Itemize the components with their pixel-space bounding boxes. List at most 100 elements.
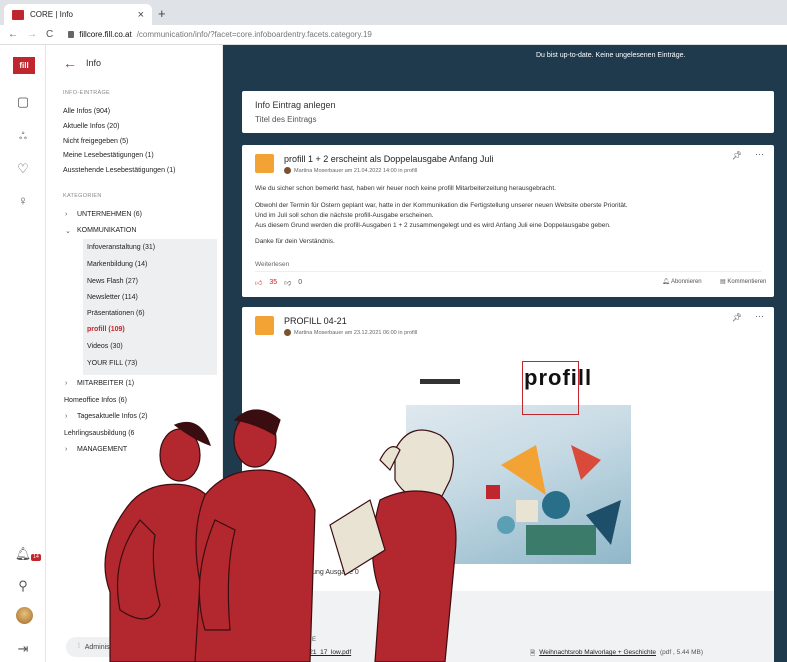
section-info-heading: INFO-EINTRÄGE bbox=[63, 90, 110, 96]
sidebar: ← Info INFO-EINTRÄGE Alle Infos (904) Ak… bbox=[46, 45, 223, 662]
category-management[interactable]: › MANAGEMENT bbox=[65, 446, 127, 453]
magazine-artwork bbox=[406, 405, 631, 564]
post-card-1: profill 1 + 2 erscheint als Doppelausgab… bbox=[242, 145, 774, 297]
read-more-link[interactable]: Weiterlesen bbox=[255, 261, 289, 268]
post-paragraph: Wie du sicher schon bemerkt hast, haben … bbox=[255, 185, 556, 192]
magazine-highlight-frame bbox=[522, 361, 579, 415]
sub-videos[interactable]: Videos (30) bbox=[87, 343, 123, 350]
pin-icon[interactable]: 📌︎ bbox=[732, 313, 742, 322]
tab-bar: CORE | Info × + bbox=[0, 0, 787, 25]
bell-icon[interactable]: 🔔︎ bbox=[14, 545, 32, 563]
sidebar-item-nicht-freigegeben[interactable]: Nicht freigegeben (5) bbox=[63, 138, 128, 145]
sub-newsletter[interactable]: Newsletter (114) bbox=[87, 294, 138, 301]
profill-post-icon bbox=[255, 154, 274, 173]
post-paragraph: Aus diesem Grund werden die profill-Ausg… bbox=[255, 222, 611, 229]
category-lehrlingsausbildung[interactable]: Lehrlingsausbildung (6 bbox=[64, 430, 134, 437]
more-options-icon[interactable]: ··· bbox=[755, 149, 764, 159]
attachment-size: (pdf , 5.44 MB) bbox=[660, 649, 703, 656]
section-categories-heading: KATEGORIEN bbox=[63, 193, 102, 199]
post-paragraph: Danke für dein Verständnis. bbox=[255, 238, 335, 245]
attachment-link[interactable]: 🗎︎ Weihnachtsrob Malvorlage + Geschichte… bbox=[530, 649, 703, 660]
search-icon[interactable]: ⚲ bbox=[14, 577, 32, 595]
post-meta-text: Martina Moserbauer am 21.04.2022 14:00 i… bbox=[294, 167, 418, 174]
sub-infoveranstaltung[interactable]: Infoveranstaltung (31) bbox=[87, 244, 155, 251]
logout-icon[interactable]: ⇥ bbox=[14, 640, 32, 658]
lightbulb-icon[interactable]: ♀ bbox=[14, 192, 32, 210]
sidebar-item-lesebestaetigungen[interactable]: Meine Lesebestätigungen (1) bbox=[63, 152, 154, 159]
attachment-name: Weihnachtsrob Malvorlage + Geschichte bbox=[539, 649, 656, 656]
main-feed: Du bist up-to-date. Keine ungelesenen Ei… bbox=[223, 45, 787, 662]
category-unternehmen[interactable]: › UNTERNEHMEN (6) bbox=[65, 211, 142, 218]
sub-profill[interactable]: profill (109) bbox=[87, 326, 125, 333]
thumbs-down-icon[interactable]: 👎︎ bbox=[284, 278, 291, 287]
sidebar-item-aktuelle[interactable]: Aktuelle Infos (20) bbox=[63, 123, 119, 130]
close-tab-icon[interactable]: × bbox=[138, 9, 144, 21]
url-path: /communication/info/?facet=core.infoboar… bbox=[136, 30, 372, 39]
sub-news-flash[interactable]: News Flash (27) bbox=[87, 278, 138, 285]
author-avatar bbox=[284, 329, 291, 336]
divider bbox=[255, 271, 761, 272]
category-label: MANAGEMENT bbox=[77, 446, 128, 453]
url-host: fillcore.fill.co.at bbox=[79, 30, 132, 39]
subscribe-label: Abonnieren bbox=[670, 279, 702, 285]
sub-praesentationen[interactable]: Präsentationen (6) bbox=[87, 310, 145, 317]
app: fill ▢ ஃ ♡ ♀ 🔔︎ 14 ⚲ ⇥ ← Info INFO-EINTR… bbox=[0, 45, 787, 662]
entry-title-input[interactable]: Titel des Eintrags bbox=[255, 115, 317, 124]
sub-your-fill[interactable]: YOUR FILL (73) bbox=[87, 360, 137, 367]
sidebar-back[interactable]: ← Info bbox=[63, 55, 101, 71]
post-card-2: PROFILL 04-21 Martina Moserbauer am 23.1… bbox=[242, 307, 774, 597]
tab-title: CORE | Info bbox=[30, 10, 73, 19]
back-button[interactable]: ← bbox=[8, 29, 18, 40]
category-homeoffice[interactable]: Homeoffice Infos (6) bbox=[64, 397, 127, 404]
category-mitarbeiter[interactable]: › MITARBEITER (1) bbox=[65, 380, 134, 387]
comment-button[interactable]: ▤ Kommentieren bbox=[720, 278, 766, 285]
lock-icon bbox=[68, 31, 75, 38]
administration-button[interactable]: ⫶ Administra bbox=[66, 637, 146, 657]
author-avatar bbox=[284, 167, 291, 174]
post-meta: Martina Moserbauer am 21.04.2022 14:00 i… bbox=[284, 167, 417, 174]
attachment-link[interactable]: 2021_17_low.pdf bbox=[302, 649, 351, 656]
sub-markenbildung[interactable]: Markenbildung (14) bbox=[87, 261, 147, 268]
sidebar-item-alle[interactable]: Alle Infos (904) bbox=[63, 108, 110, 115]
post-title[interactable]: PROFILL 04-21 bbox=[284, 316, 347, 326]
chevron-right-icon: › bbox=[65, 211, 68, 218]
create-entry-card[interactable]: Info Eintrag anlegen Titel des Eintrags bbox=[242, 91, 774, 133]
magazine-header: profill bbox=[406, 365, 631, 405]
reactions: 👍︎ 35 👎︎ 0 bbox=[255, 278, 302, 287]
pin-icon[interactable]: 📌︎ bbox=[732, 151, 742, 160]
category-tagesaktuelle[interactable]: › Tagesaktuelle Infos (2) bbox=[65, 413, 147, 420]
category-label: MITARBEITER (1) bbox=[77, 380, 135, 387]
new-tab-button[interactable]: + bbox=[158, 6, 166, 21]
forward-button[interactable]: → bbox=[27, 29, 37, 40]
chevron-down-icon: ⌄ bbox=[65, 228, 71, 235]
magazine-cover[interactable]: profill bbox=[406, 361, 631, 564]
settings-sliders-icon: ⫶ bbox=[78, 643, 80, 650]
browser-tab[interactable]: CORE | Info × bbox=[4, 4, 152, 25]
post-meta-text: Martina Moserbauer am 23.12.2021 06:00 i… bbox=[294, 329, 418, 336]
chat-icon[interactable]: ▢ bbox=[14, 93, 32, 111]
sidebar-title: Info bbox=[86, 58, 102, 68]
address-bar: ← → C fillcore.fill.co.at/communication/… bbox=[0, 25, 787, 45]
screenshot-frame: CORE | Info × + ← → C fillcore.fill.co.a… bbox=[0, 0, 787, 662]
thumbs-up-icon[interactable]: 👍︎ bbox=[255, 278, 262, 287]
document-icon: 🗎︎ bbox=[530, 650, 536, 657]
more-options-icon[interactable]: ··· bbox=[755, 311, 764, 321]
sidebar-item-ausstehend[interactable]: Ausstehende Lesebestätigungen (1) bbox=[63, 167, 175, 174]
chevron-right-icon: › bbox=[65, 446, 68, 453]
post-title[interactable]: profill 1 + 2 erscheint als Doppelausgab… bbox=[284, 154, 493, 164]
post-meta: Martina Moserbauer am 23.12.2021 06:00 i… bbox=[284, 329, 417, 336]
magazine-illustration bbox=[486, 445, 621, 555]
category-label: UNTERNEHMEN (6) bbox=[77, 211, 142, 218]
favicon-icon bbox=[12, 9, 24, 20]
fill-logo[interactable]: fill bbox=[13, 57, 35, 74]
avatar[interactable] bbox=[16, 607, 33, 624]
magazine-subtitle-block bbox=[420, 379, 460, 384]
reload-button[interactable]: C bbox=[46, 29, 53, 40]
subscribe-button[interactable]: 🔔︎ Abonnieren bbox=[662, 278, 702, 285]
post-caption: erzeitung Ausgabe 0 bbox=[295, 569, 359, 576]
category-kommunikation[interactable]: ⌄ KOMMUNIKATION bbox=[65, 227, 136, 235]
people-icon[interactable]: ஃ bbox=[14, 128, 32, 146]
url-field[interactable]: fillcore.fill.co.at/communication/info/?… bbox=[68, 30, 372, 39]
heart-icon[interactable]: ♡ bbox=[14, 160, 32, 178]
notification-badge: 14 bbox=[31, 554, 41, 561]
